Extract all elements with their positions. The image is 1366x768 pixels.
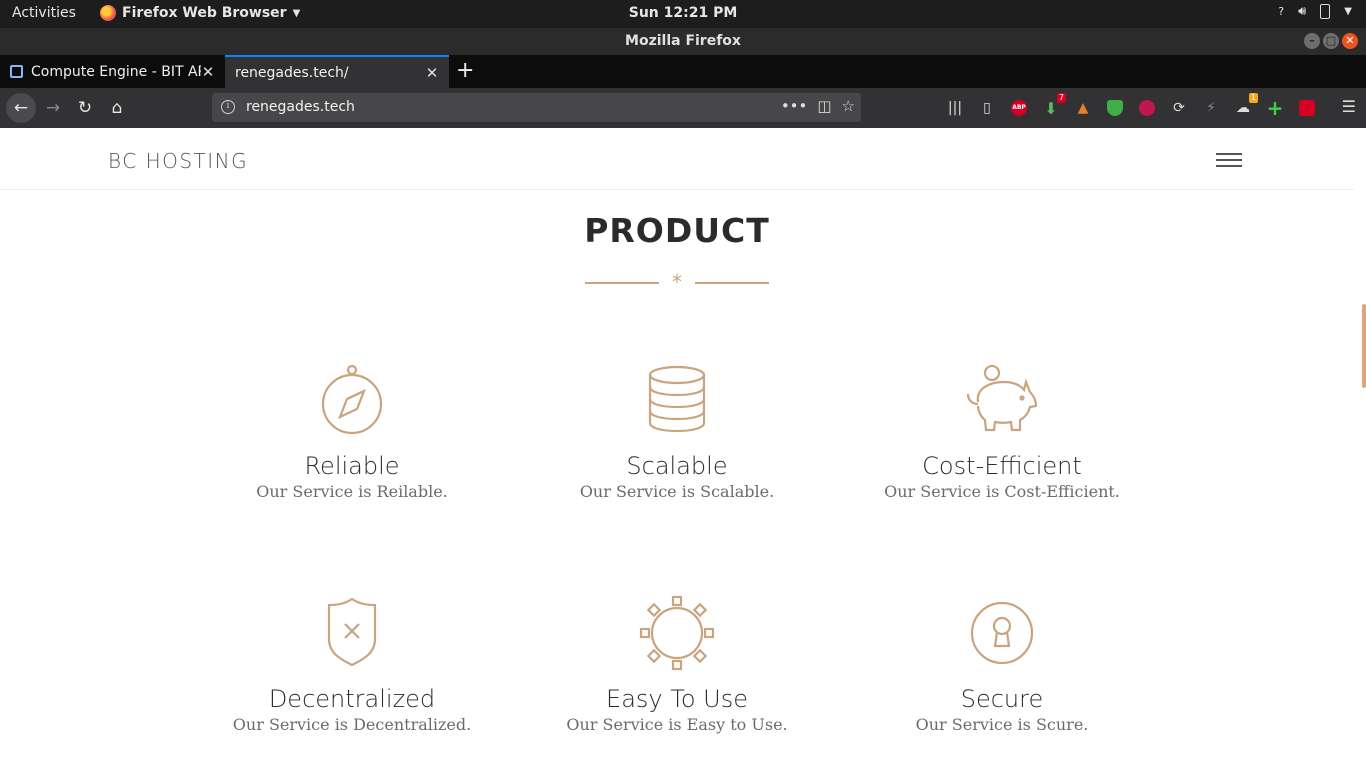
feature-title: Reliable xyxy=(304,452,400,480)
cloud-icon[interactable]: ☁ 1 xyxy=(1232,93,1258,119)
feature-title: Secure xyxy=(960,685,1044,713)
cloud-badge: 1 xyxy=(1248,93,1258,103)
feature-desc: Our Service is Decentralized. xyxy=(232,715,472,734)
close-window-button[interactable]: ✕ xyxy=(1342,33,1358,49)
window-title-bar: Mozilla Firefox – □ ✕ xyxy=(0,28,1366,55)
library-icon[interactable]: ||| xyxy=(944,97,966,119)
help-icon[interactable]: ? xyxy=(1278,5,1284,18)
download-icon[interactable]: ⬇ 7 xyxy=(1040,93,1066,119)
sync-icon[interactable]: ⟳ xyxy=(1168,97,1190,119)
feature-desc: Our Service is Scure. xyxy=(915,715,1089,734)
pocket-icon[interactable]: ◫ xyxy=(817,97,831,115)
gear-icon xyxy=(639,595,715,671)
url-text[interactable]: renegades.tech xyxy=(246,99,355,115)
firefox-logo-icon xyxy=(100,5,116,21)
feature-secure: Secure Our Service is Scure. xyxy=(852,593,1152,734)
volume-icon[interactable]: 🔊︎ xyxy=(1298,4,1306,19)
extensions-toolbar: ||| ▯ ABP ⬇ 7 ▲ ⟳ ⚡ ☁ 1 + xyxy=(944,93,1318,120)
forward-button[interactable]: → xyxy=(41,96,65,120)
web-page: BC HOSTING PRODUCT * Reliable Our Servic… xyxy=(0,128,1366,768)
tab-strip: Compute Engine - BIT API ✕ renegades.tec… xyxy=(0,55,1366,88)
tab-compute-engine[interactable]: Compute Engine - BIT API ✕ xyxy=(0,55,225,88)
back-button[interactable]: ← xyxy=(6,93,36,123)
chip-icon xyxy=(10,65,23,78)
feature-title: Scalable xyxy=(626,452,728,480)
asterisk-ornament: * xyxy=(672,270,682,294)
shield-icon[interactable] xyxy=(1104,97,1126,119)
feature-title: Decentralized xyxy=(268,685,436,713)
title-divider: * xyxy=(585,270,769,294)
scrollbar-thumb[interactable] xyxy=(1362,304,1366,388)
system-menu-caret-icon[interactable]: ▼ xyxy=(1344,6,1352,17)
feature-easy-to-use: Easy To Use Our Service is Easy to Use. xyxy=(527,593,827,734)
reload-button[interactable]: ↻ xyxy=(73,96,97,120)
maximize-button[interactable]: □ xyxy=(1323,33,1339,49)
adblock-icon[interactable]: ABP xyxy=(1008,97,1030,119)
nav-toolbar: ← → ↻ ⌂ i renegades.tech ••• ◫ ☆ ||| ▯ A… xyxy=(0,88,1366,128)
feature-desc: Our Service is Easy to Use. xyxy=(566,715,788,734)
info-icon[interactable]: i xyxy=(221,100,235,114)
hamburger-menu-icon[interactable]: ☰ xyxy=(1342,97,1356,116)
new-tab-button[interactable]: + xyxy=(456,59,474,83)
bookmark-star-icon[interactable]: ☆ xyxy=(842,97,855,115)
blocker-icon[interactable] xyxy=(1136,97,1158,119)
feature-desc: Our Service is Reilable. xyxy=(256,482,448,501)
feature-title: Cost-Efficient xyxy=(922,452,1082,480)
feature-reliable: Reliable Our Service is Reilable. xyxy=(202,360,502,501)
system-top-bar: Activities Firefox Web Browser ▼ Sun 12:… xyxy=(0,0,1366,28)
site-menu-icon[interactable] xyxy=(1216,153,1242,169)
flash-icon[interactable] xyxy=(1296,97,1318,119)
app-menu[interactable]: Firefox Web Browser ▼ xyxy=(100,5,300,21)
url-bar[interactable]: i renegades.tech ••• ◫ ☆ xyxy=(212,93,861,122)
caret-down-icon: ▼ xyxy=(292,7,301,19)
window-title: Mozilla Firefox xyxy=(625,33,741,49)
battery-icon[interactable] xyxy=(1320,4,1331,19)
feature-desc: Our Service is Cost-Efficient. xyxy=(884,482,1120,501)
activities-button[interactable]: Activities xyxy=(12,5,76,21)
download-badge: 7 xyxy=(1056,93,1066,103)
close-tab-icon[interactable]: ✕ xyxy=(425,64,439,82)
plus-icon[interactable]: + xyxy=(1264,96,1286,120)
close-tab-icon[interactable]: ✕ xyxy=(201,63,215,81)
database-icon xyxy=(648,365,706,433)
page-actions-icon[interactable]: ••• xyxy=(781,97,808,115)
adblock-label: ABP xyxy=(1011,100,1027,116)
piggy-bank-icon xyxy=(966,364,1038,432)
system-tray[interactable]: ? 🔊︎ ▼ xyxy=(1278,4,1352,19)
sidebar-icon[interactable]: ▯ xyxy=(976,97,998,119)
shield-x-icon xyxy=(327,597,377,667)
tab-label: Compute Engine - BIT API xyxy=(31,63,201,80)
fox-icon[interactable]: ▲ xyxy=(1072,97,1094,119)
feature-desc: Our Service is Scalable. xyxy=(579,482,775,501)
clock[interactable]: Sun 12:21 PM xyxy=(629,5,738,21)
tab-renegades[interactable]: renegades.tech/ ✕ xyxy=(225,55,449,88)
feature-title: Easy To Use xyxy=(606,685,748,713)
home-button[interactable]: ⌂ xyxy=(105,96,129,120)
feature-decentralized: Decentralized Our Service is Decentraliz… xyxy=(202,593,502,734)
compass-icon xyxy=(321,364,383,435)
extension-icon[interactable]: ⚡ xyxy=(1200,97,1222,119)
section-title: PRODUCT xyxy=(584,211,770,250)
feature-scalable: Scalable Our Service is Scalable. xyxy=(527,360,827,501)
feature-cost-efficient: Cost-Efficient Our Service is Cost-Effic… xyxy=(852,360,1152,501)
keyhole-icon xyxy=(970,601,1034,665)
site-logo[interactable]: BC HOSTING xyxy=(108,149,248,173)
app-menu-label: Firefox Web Browser xyxy=(122,5,287,21)
site-header: BC HOSTING xyxy=(0,128,1354,190)
minimize-button[interactable]: – xyxy=(1304,33,1320,49)
tab-label: renegades.tech/ xyxy=(235,64,349,81)
